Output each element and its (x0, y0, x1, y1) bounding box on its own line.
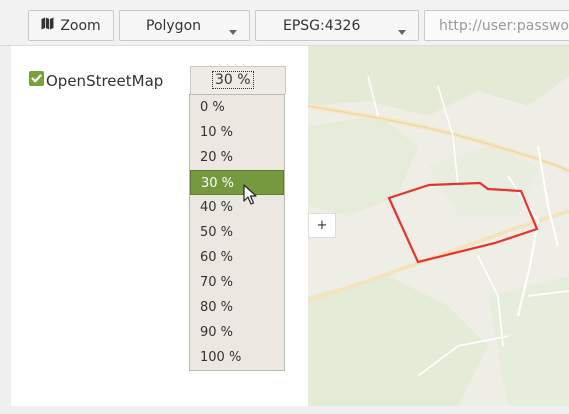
opacity-option[interactable]: 40 % (190, 195, 284, 220)
map-icon (41, 17, 54, 34)
layer-name: OpenStreetMap (46, 72, 164, 90)
zoom-in-label: + (316, 218, 328, 233)
zoom-button[interactable]: Zoom (28, 10, 114, 41)
opacity-option[interactable]: 70 % (190, 270, 284, 295)
toolbar: Zoom Polygon EPSG:4326 http://user:passw… (0, 0, 569, 46)
opacity-option[interactable]: 30 % (190, 170, 284, 195)
checkmark-icon (31, 74, 42, 83)
layer-panel: OpenStreetMap 30 % 0 % 10 % 20 % 30 % 40 % 50… (11, 46, 308, 406)
opacity-dropdown: 0 % 10 % 20 % 30 % 40 % 50 % 60 % 70 % 80 % 90 % 1… (189, 94, 285, 371)
map-canvas[interactable] (308, 46, 569, 406)
geometry-type-select[interactable]: Polygon (119, 10, 250, 41)
drawn-polygon[interactable] (308, 46, 569, 406)
url-input[interactable]: http://user:password (424, 10, 569, 41)
opacity-select[interactable]: 30 % (190, 66, 286, 94)
opacity-option[interactable]: 90 % (190, 320, 284, 345)
opacity-option[interactable]: 20 % (190, 145, 284, 170)
zoom-label: Zoom (60, 17, 101, 34)
opacity-option[interactable]: 10 % (190, 120, 284, 145)
zoom-in-button[interactable]: + (308, 213, 336, 238)
layer-checkbox[interactable] (29, 71, 44, 86)
bottom-bar (0, 406, 569, 414)
opacity-value: 30 % (212, 71, 254, 89)
chevron-down-icon (229, 30, 237, 35)
opacity-option[interactable]: 50 % (190, 220, 284, 245)
url-placeholder: http://user:password (439, 17, 569, 34)
opacity-option[interactable]: 0 % (190, 95, 284, 120)
opacity-option[interactable]: 60 % (190, 245, 284, 270)
geometry-type-value: Polygon (146, 17, 202, 34)
opacity-option[interactable]: 100 % (190, 345, 284, 370)
cursor-icon (243, 184, 257, 205)
opacity-option[interactable]: 80 % (190, 295, 284, 320)
projection-select[interactable]: EPSG:4326 (255, 10, 419, 41)
projection-value: EPSG:4326 (283, 17, 361, 34)
chevron-down-icon (398, 30, 406, 35)
